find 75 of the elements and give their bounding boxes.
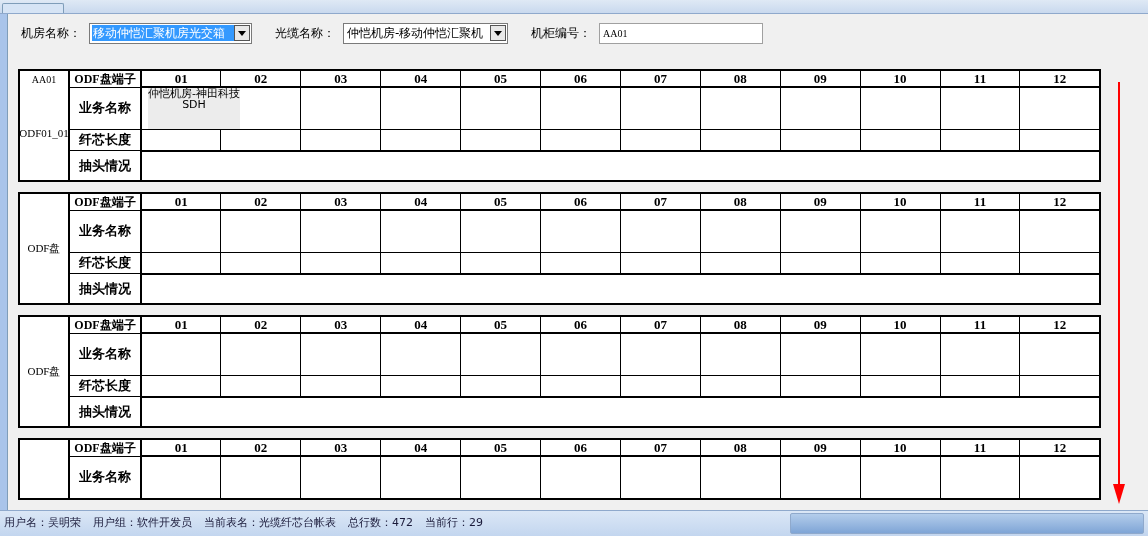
row-header: 业务名称 <box>69 87 141 130</box>
dropdown-value: 仲恺机房-移动仲恺汇聚机 <box>346 25 485 41</box>
column-header: 06 <box>540 70 621 88</box>
status-text: 当前行：29 <box>425 515 483 532</box>
column-header: 06 <box>540 193 621 211</box>
row-header: 纤芯长度 <box>69 375 141 397</box>
odf-label: ODF盘 <box>27 364 61 380</box>
row-header: 纤芯长度 <box>69 252 141 274</box>
status-text: 总行数：472 <box>348 515 413 532</box>
column-header: 08 <box>700 70 781 88</box>
column-header: 07 <box>620 193 701 211</box>
column-header: 09 <box>780 70 861 88</box>
column-header: 10 <box>860 193 941 211</box>
column-header: 06 <box>540 316 621 334</box>
column-header: 02 <box>220 193 301 211</box>
column-header: 08 <box>700 193 781 211</box>
column-header: 05 <box>460 316 541 334</box>
row-header: ODF盘端子 <box>69 193 141 211</box>
rack-label: AA01 <box>31 73 57 87</box>
column-header: 05 <box>460 193 541 211</box>
service-name: 仲恺机房-神田科技 SDH <box>148 88 240 130</box>
column-header: 10 <box>860 70 941 88</box>
row-header: ODF盘端子 <box>69 439 141 457</box>
column-header: 07 <box>620 70 701 88</box>
row-header: 纤芯长度 <box>69 129 141 151</box>
column-header: 11 <box>940 316 1020 334</box>
field-label: 机房名称： <box>21 25 81 42</box>
column-header: 11 <box>940 70 1020 88</box>
column-header: 05 <box>460 439 541 457</box>
column-header: 02 <box>220 316 301 334</box>
column-header: 07 <box>620 439 701 457</box>
column-header: 02 <box>220 70 301 88</box>
column-header: 11 <box>940 439 1020 457</box>
column-header: 02 <box>220 439 301 457</box>
status-text: 用户名：吴明荣 <box>4 515 81 532</box>
column-header: 09 <box>780 316 861 334</box>
row-header: ODF盘端子 <box>69 70 141 88</box>
row-header: 业务名称 <box>69 210 141 253</box>
column-header: 04 <box>380 316 461 334</box>
column-header: 03 <box>300 193 381 211</box>
column-header: 11 <box>940 193 1020 211</box>
down-arrow-icon <box>1112 82 1126 504</box>
input-field[interactable]: AA01 <box>599 22 763 44</box>
column-header: 01 <box>141 193 221 211</box>
column-header: 04 <box>380 439 461 457</box>
column-header: 08 <box>700 439 781 457</box>
status-text: 当前表名：光缆纤芯台帐表 <box>204 515 336 532</box>
row-header: 抽头情况 <box>69 273 141 304</box>
column-header: 08 <box>700 316 781 334</box>
column-header: 03 <box>300 70 381 88</box>
column-header: 09 <box>780 193 861 211</box>
column-header: 04 <box>380 193 461 211</box>
row-header: ODF盘端子 <box>69 316 141 334</box>
row-header: 抽头情况 <box>69 396 141 427</box>
column-header: 04 <box>380 70 461 88</box>
field-label: 机柜编号： <box>531 25 591 42</box>
odf-label: ODF盘 <box>27 241 61 257</box>
column-header: 07 <box>620 316 701 334</box>
row-header: 业务名称 <box>69 456 141 499</box>
column-header: 01 <box>141 316 221 334</box>
status-text: 用户组：软件开发员 <box>93 515 192 532</box>
column-header: 03 <box>300 439 381 457</box>
column-header: 05 <box>460 70 541 88</box>
column-header: 06 <box>540 439 621 457</box>
row-header: 抽头情况 <box>69 150 141 181</box>
dropdown[interactable]: 仲恺机房-移动仲恺汇聚机 <box>343 22 508 44</box>
column-header: 03 <box>300 316 381 334</box>
column-header: 10 <box>860 439 941 457</box>
dropdown-value: 移动仲恺汇聚机房光交箱 <box>92 25 234 41</box>
field-label: 光缆名称： <box>275 25 335 42</box>
odf-label: ODF01_01 <box>19 126 69 142</box>
column-header: 10 <box>860 316 941 334</box>
column-header: 01 <box>141 439 221 457</box>
column-header: 09 <box>780 439 861 457</box>
row-header: 业务名称 <box>69 333 141 376</box>
